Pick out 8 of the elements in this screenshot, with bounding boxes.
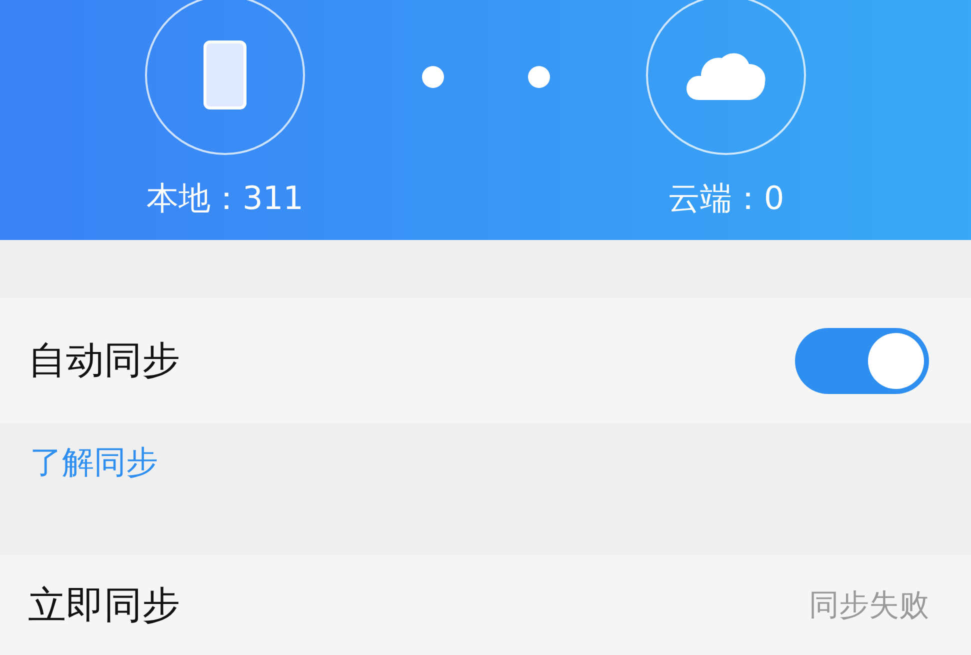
dot-icon xyxy=(422,66,444,88)
phone-icon xyxy=(203,40,247,110)
sync-now-label[interactable]: 立即同步 xyxy=(28,580,180,630)
local-count: 本地：311 xyxy=(146,178,304,219)
sync-status: 同步失败 xyxy=(809,586,929,624)
cloud-count: 云端：0 xyxy=(668,178,784,219)
auto-sync-label: 自动同步 xyxy=(28,337,180,384)
dot-icon xyxy=(528,66,550,88)
